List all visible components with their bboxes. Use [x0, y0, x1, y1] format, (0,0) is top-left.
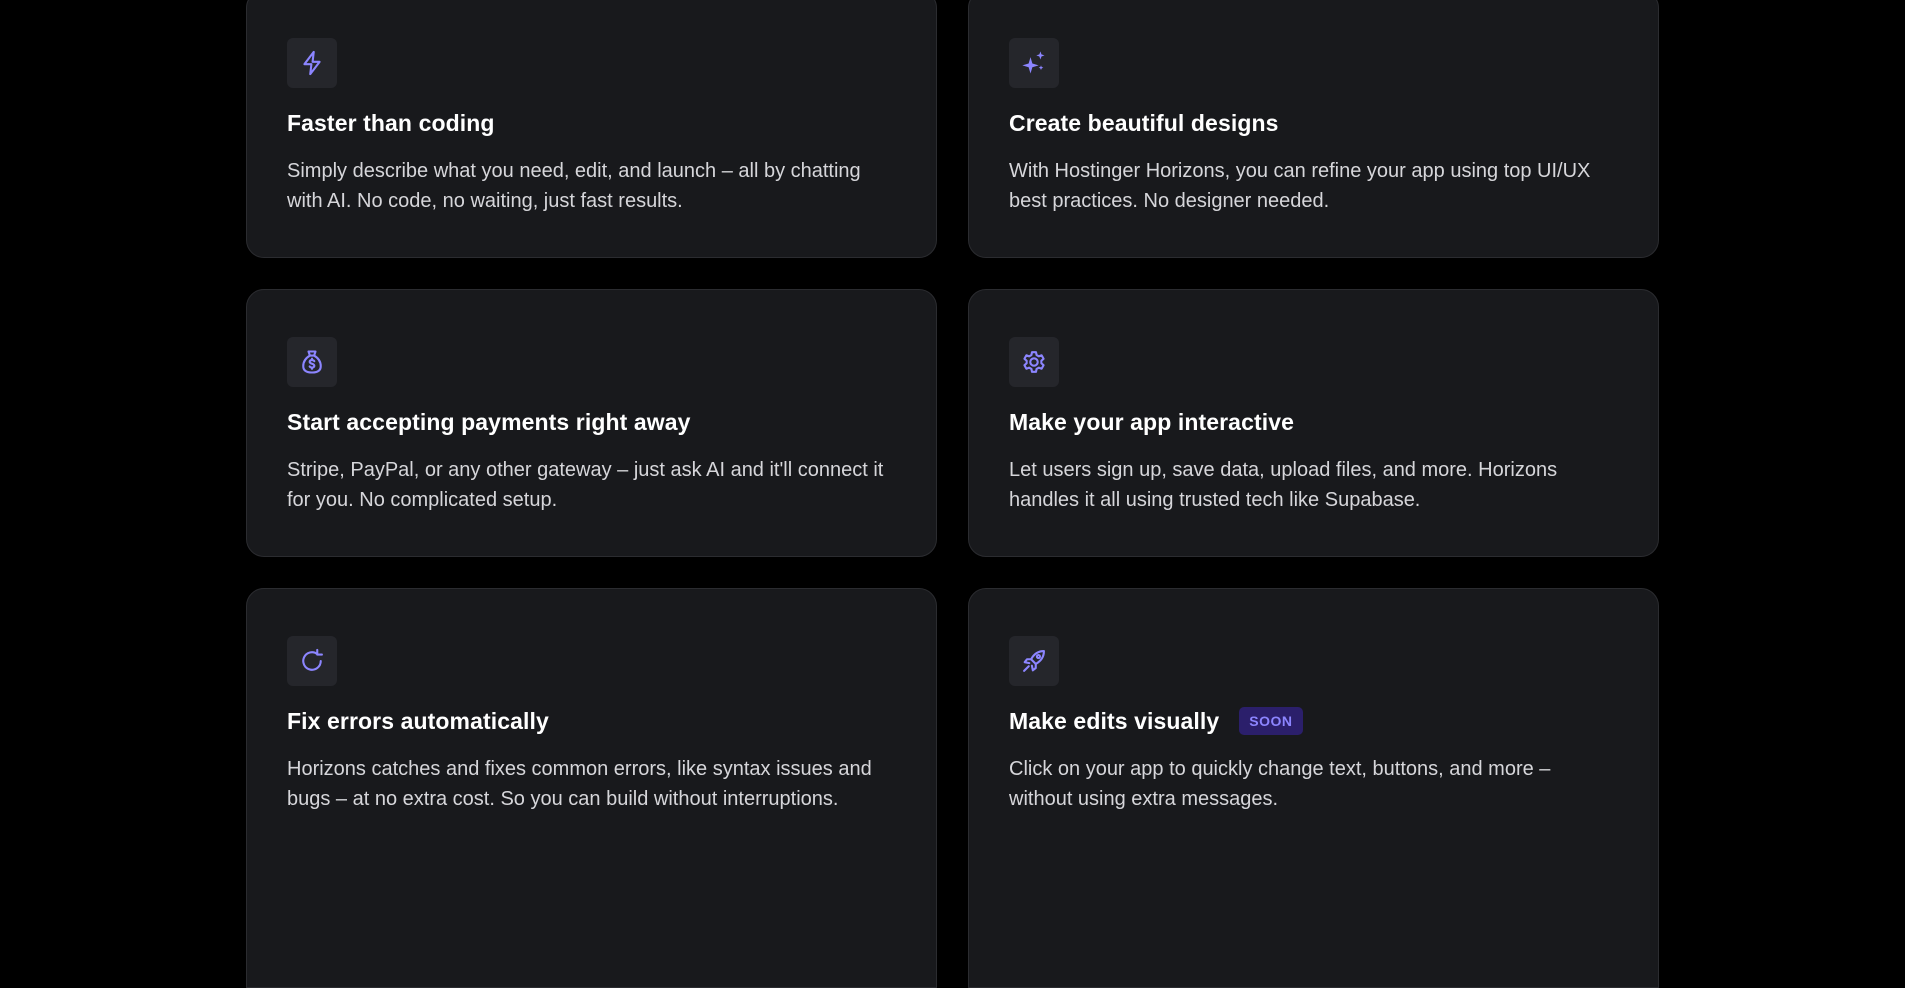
- sparkles-icon: [1022, 51, 1045, 74]
- feature-title: Faster than coding: [287, 109, 495, 136]
- feature-title: Make edits visually: [1009, 707, 1220, 734]
- feature-icon-tile: [1009, 337, 1059, 387]
- feature-description: Click on your app to quickly change text…: [1009, 758, 1551, 810]
- feature-card-accept-payments: Start accepting payments right away Stri…: [246, 289, 937, 557]
- feature-card-fix-errors: Fix errors automatically Horizons catche…: [246, 588, 937, 988]
- feature-description: Horizons catches and fixes common errors…: [287, 758, 872, 810]
- feature-card-make-edits-visually: Make edits visually SOON Click on your a…: [968, 588, 1659, 988]
- gear-icon: [1023, 351, 1045, 373]
- feature-title: Make your app interactive: [1009, 408, 1294, 435]
- feature-card-faster-than-coding: Faster than coding Simply describe what …: [246, 0, 937, 258]
- refresh-icon: [302, 648, 323, 671]
- lightning-icon: [303, 50, 321, 76]
- feature-card-make-app-interactive: Make your app interactive Let users sign…: [968, 289, 1659, 557]
- rocket-icon: [1023, 650, 1045, 672]
- feature-title: Fix errors automatically: [287, 707, 549, 734]
- feature-description: Stripe, PayPal, or any other gateway – j…: [287, 459, 884, 511]
- feature-icon-tile: [1009, 38, 1059, 88]
- feature-card-create-beautiful-designs: Create beautiful designs With Hostinger …: [968, 0, 1659, 258]
- feature-icon-tile: [287, 636, 337, 686]
- feature-description: Simply describe what you need, edit, and…: [287, 160, 861, 212]
- feature-description: With Hostinger Horizons, you can refine …: [1009, 160, 1591, 212]
- feature-description: Let users sign up, save data, upload fil…: [1009, 459, 1558, 511]
- feature-icon-tile: [1009, 636, 1059, 686]
- feature-title: Start accepting payments right away: [287, 408, 691, 435]
- money-bag-icon: [302, 350, 322, 374]
- feature-icon-tile: [287, 337, 337, 387]
- features-grid: Faster than coding Simply describe what …: [246, 0, 1659, 988]
- feature-icon-tile: [287, 38, 337, 88]
- feature-title: Create beautiful designs: [1009, 109, 1279, 136]
- soon-badge: SOON: [1239, 707, 1303, 735]
